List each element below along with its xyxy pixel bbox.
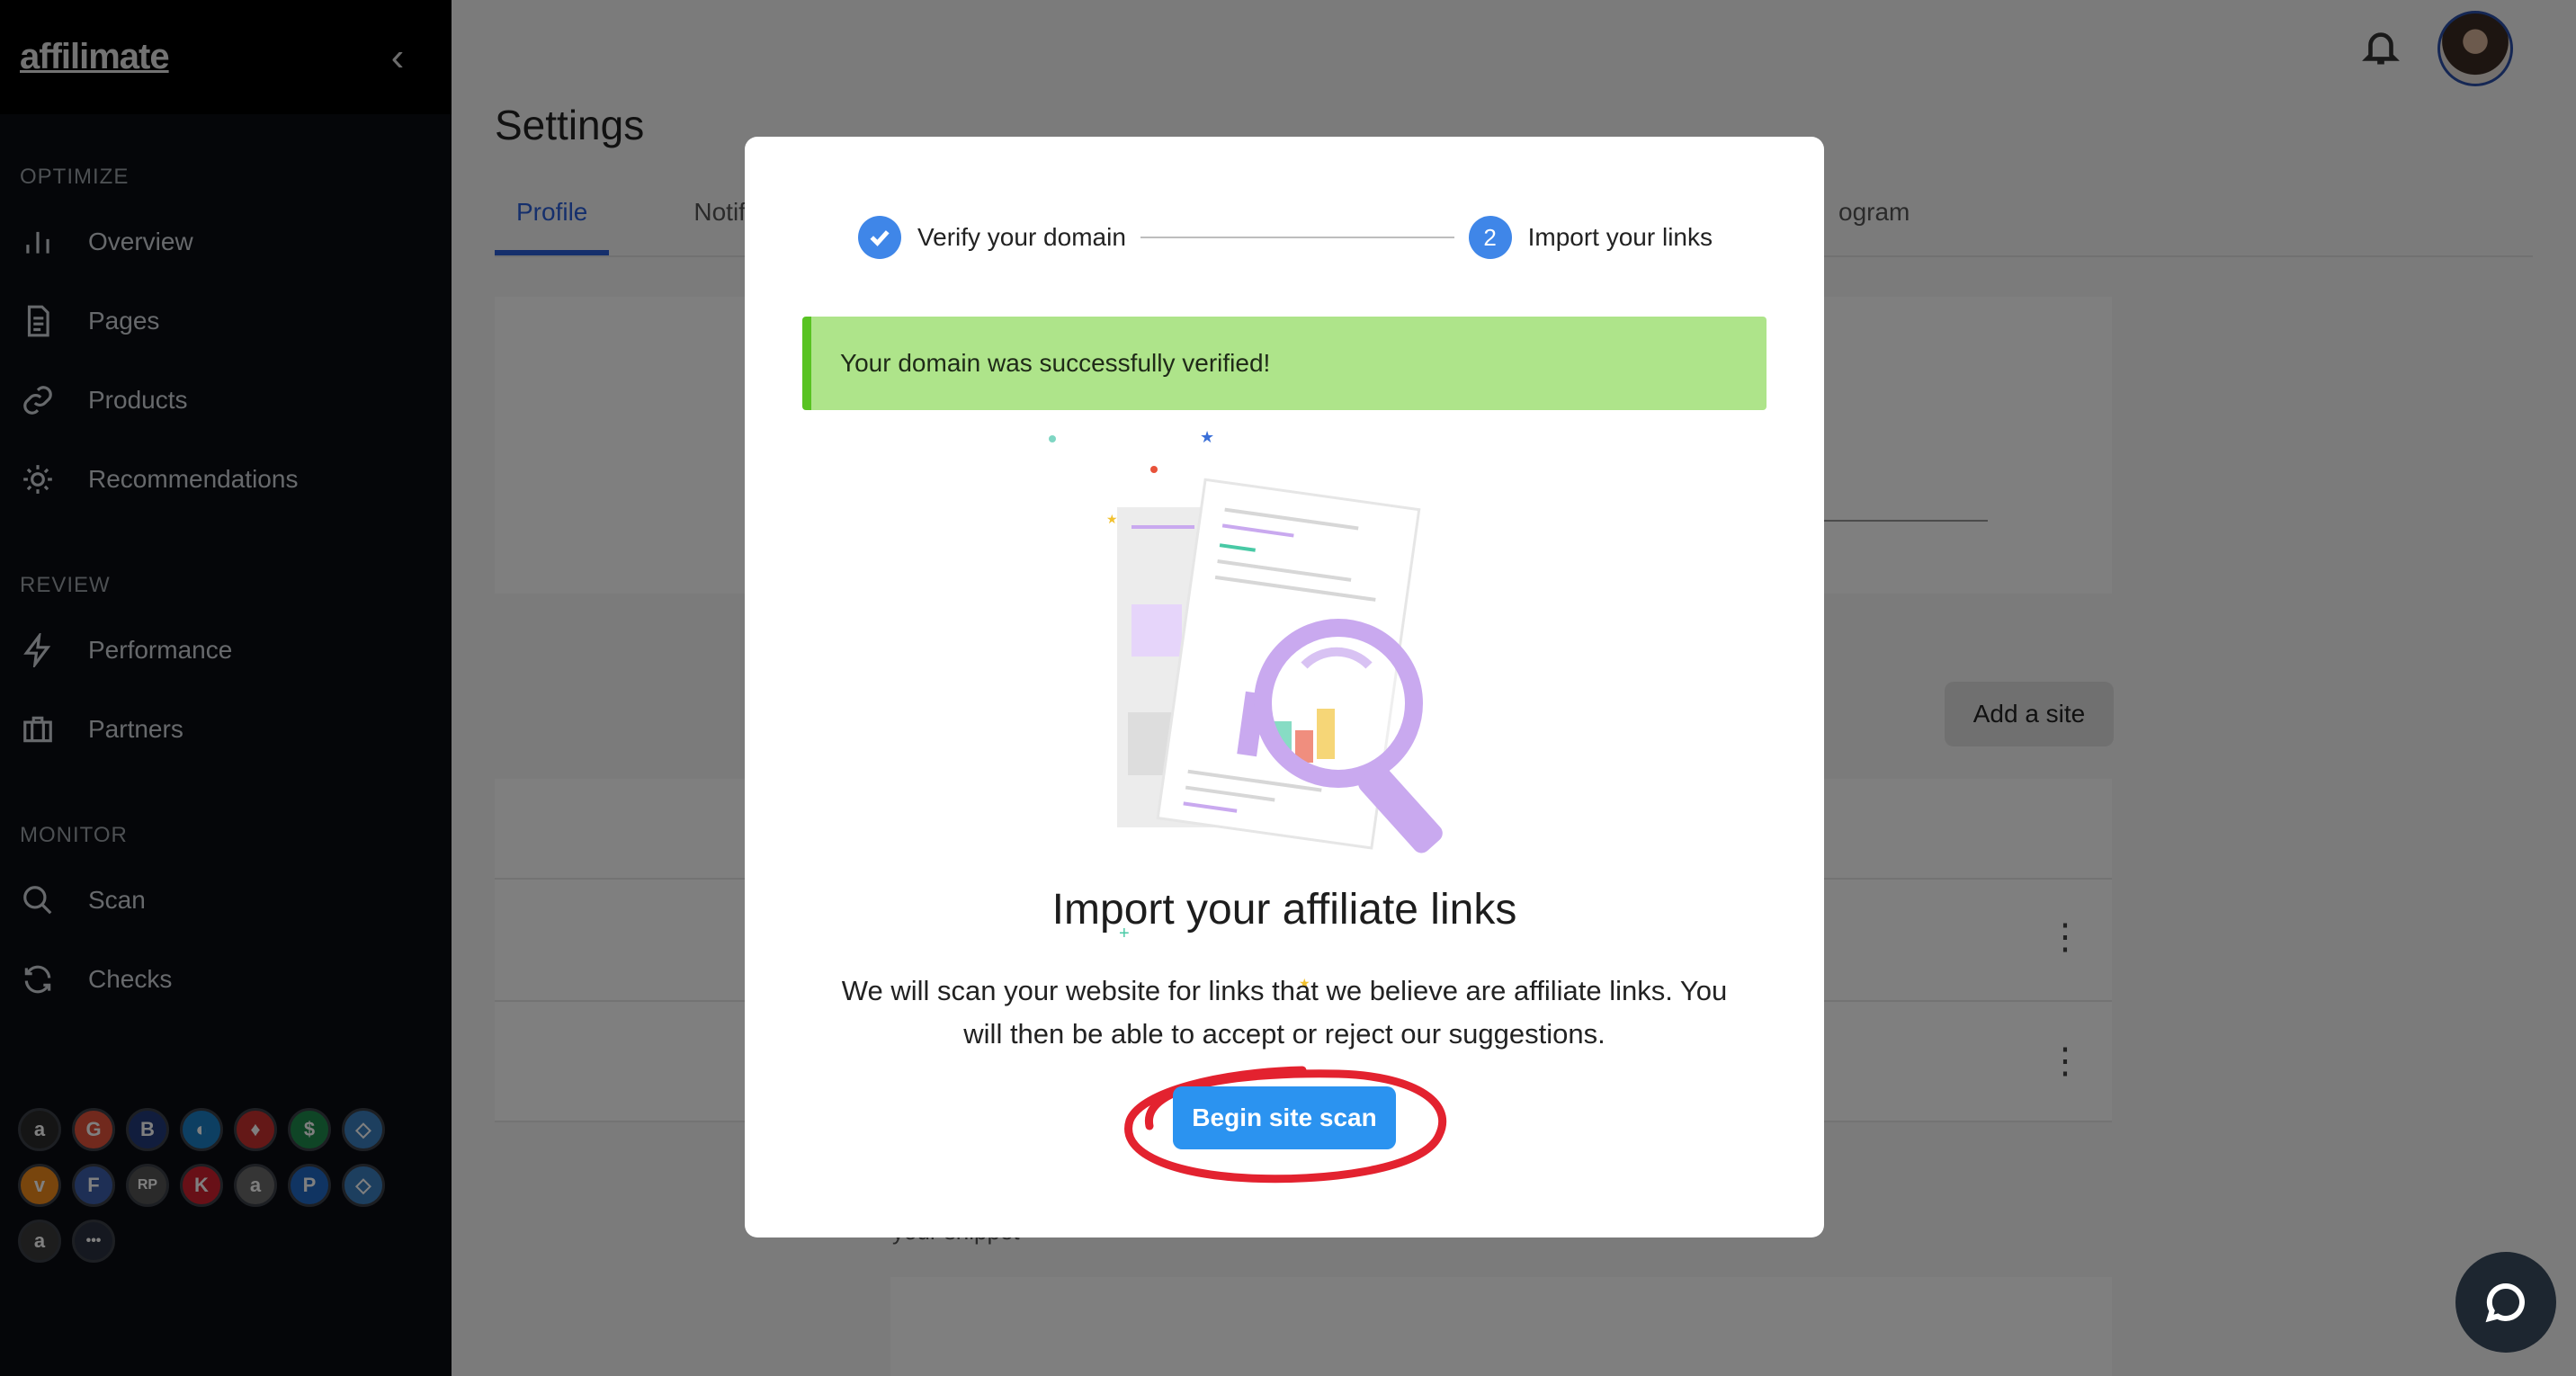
step-import-links: Import your links [1527,223,1713,251]
svg-text:★: ★ [1106,512,1118,526]
svg-text:★: ★ [1200,428,1214,446]
step-connector [1140,237,1454,238]
modal-title: Import your affiliate links [1051,886,1517,934]
step-verify-domain: Verify your domain [917,223,1126,251]
success-alert: Your domain was successfully verified! [802,317,1767,410]
begin-site-scan-button[interactable]: Begin site scan [1173,1086,1396,1149]
modal-description: We will scan your website for links that… [841,975,1728,1050]
import-links-modal: Verify your domain 2 Import your links Y… [745,137,1824,1238]
check-icon [858,216,901,259]
chat-bubble-icon[interactable] [2455,1252,2556,1353]
stepper: Verify your domain 2 Import your links [858,212,1713,263]
step-number: 2 [1468,216,1512,259]
